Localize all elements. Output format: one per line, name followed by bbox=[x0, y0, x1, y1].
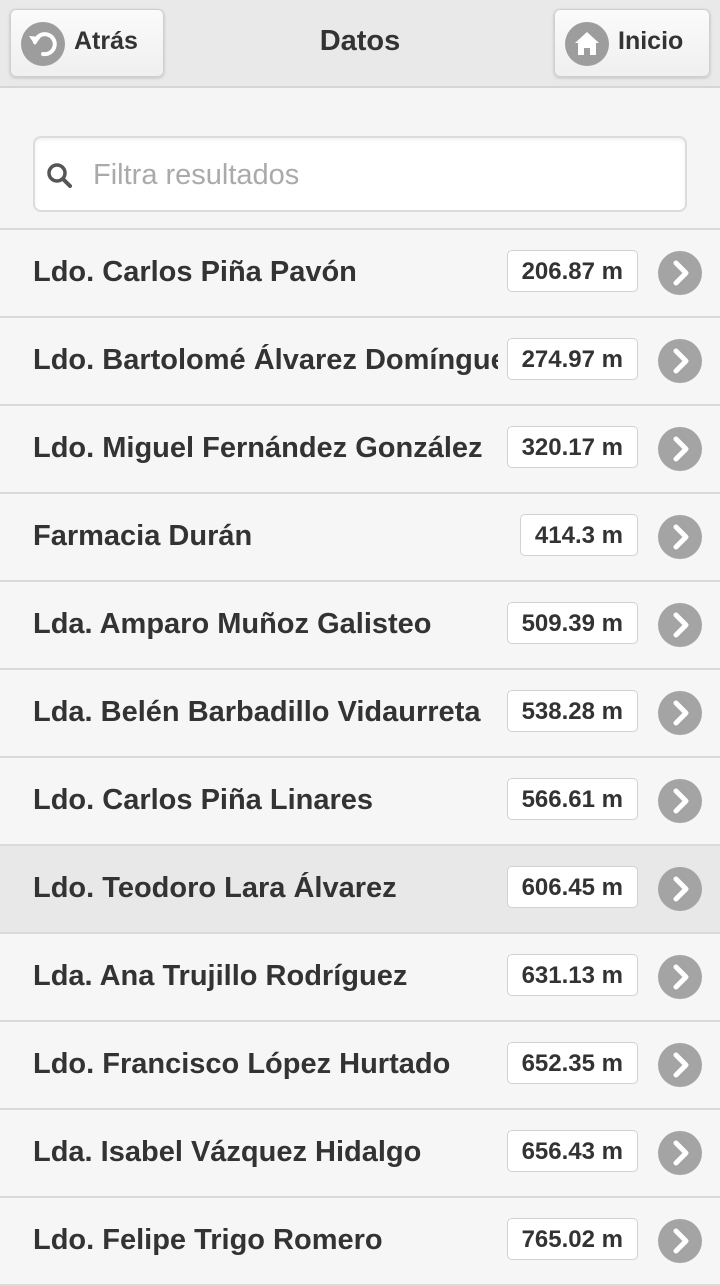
chevron-right-icon[interactable] bbox=[658, 955, 702, 999]
list-item-name: Ldo. Felipe Trigo Romero bbox=[33, 1224, 383, 1256]
distance-badge: 606.45 m bbox=[506, 866, 638, 908]
list-item-name: Lda. Isabel Vázquez Hidalgo bbox=[33, 1136, 422, 1168]
chevron-right-icon[interactable] bbox=[658, 1219, 702, 1263]
distance-badge: 414.3 m bbox=[519, 514, 638, 556]
list-item[interactable]: Ldo. Francisco López Hurtado 652.35 m bbox=[0, 1022, 720, 1110]
list-item[interactable]: Ldo. Felipe Trigo Romero 765.02 m bbox=[0, 1198, 720, 1286]
list-item[interactable]: Lda. Isabel Vázquez Hidalgo 656.43 m bbox=[0, 1110, 720, 1198]
home-button[interactable]: Inicio bbox=[554, 9, 710, 77]
back-arrow-icon bbox=[21, 22, 65, 66]
chevron-right-icon[interactable] bbox=[658, 339, 702, 383]
back-button-label: Atrás bbox=[74, 27, 138, 55]
distance-badge: 765.02 m bbox=[506, 1218, 638, 1260]
distance-badge: 652.35 m bbox=[506, 1042, 638, 1084]
list-item-name: Lda. Belén Barbadillo Vidaurreta bbox=[33, 696, 481, 728]
distance-badge: 320.17 m bbox=[506, 426, 638, 468]
list-item[interactable]: Ldo. Carlos Piña Pavón 206.87 m bbox=[0, 230, 720, 318]
chevron-right-icon[interactable] bbox=[658, 1043, 702, 1087]
search-input[interactable] bbox=[91, 152, 675, 198]
chevron-right-icon[interactable] bbox=[658, 1131, 702, 1175]
header-bar: Atrás Datos Inicio bbox=[0, 0, 720, 88]
distance-badge: 274.97 m bbox=[506, 338, 638, 380]
search-box bbox=[33, 136, 687, 212]
page-title: Datos bbox=[319, 25, 401, 57]
list-item-name: Ldo. Francisco López Hurtado bbox=[33, 1048, 451, 1080]
back-button[interactable]: Atrás bbox=[10, 9, 164, 77]
results-list: Ldo. Carlos Piña Pavón 206.87 m Ldo. Bar… bbox=[0, 228, 720, 1286]
list-item[interactable]: Ldo. Teodoro Lara Álvarez 606.45 m bbox=[0, 846, 720, 934]
chevron-right-icon[interactable] bbox=[658, 867, 702, 911]
list-item[interactable]: Lda. Ana Trujillo Rodríguez 631.13 m bbox=[0, 934, 720, 1022]
chevron-right-icon[interactable] bbox=[658, 779, 702, 823]
distance-badge: 538.28 m bbox=[506, 690, 638, 732]
home-button-label: Inicio bbox=[618, 27, 684, 55]
distance-badge: 509.39 m bbox=[506, 602, 638, 644]
list-item[interactable]: Ldo. Carlos Piña Linares 566.61 m bbox=[0, 758, 720, 846]
list-item-name: Ldo. Miguel Fernández González bbox=[33, 432, 483, 464]
list-item[interactable]: Lda. Amparo Muñoz Galisteo 509.39 m bbox=[0, 582, 720, 670]
distance-badge: 631.13 m bbox=[506, 954, 638, 996]
list-item-name: Lda. Amparo Muñoz Galisteo bbox=[33, 608, 432, 640]
list-item-name: Ldo. Carlos Piña Pavón bbox=[33, 256, 357, 288]
home-icon bbox=[565, 22, 609, 66]
distance-badge: 656.43 m bbox=[506, 1130, 638, 1172]
list-item[interactable]: Lda. Belén Barbadillo Vidaurreta 538.28 … bbox=[0, 670, 720, 758]
list-item-name: Ldo. Teodoro Lara Álvarez bbox=[33, 872, 397, 904]
list-item-name: Lda. Ana Trujillo Rodríguez bbox=[33, 960, 408, 992]
list-item[interactable]: Ldo. Miguel Fernández González 320.17 m bbox=[0, 406, 720, 494]
chevron-right-icon[interactable] bbox=[658, 427, 702, 471]
list-item-name: Ldo. Carlos Piña Linares bbox=[33, 784, 374, 816]
chevron-right-icon[interactable] bbox=[658, 603, 702, 647]
search-icon bbox=[47, 163, 72, 188]
list-item-name: Farmacia Durán bbox=[33, 520, 253, 552]
list-item-name: Ldo. Bartolomé Álvarez Domínguez bbox=[33, 344, 498, 376]
chevron-right-icon[interactable] bbox=[658, 251, 702, 295]
list-item[interactable]: Ldo. Bartolomé Álvarez Domínguez 274.97 … bbox=[0, 318, 720, 406]
chevron-right-icon[interactable] bbox=[658, 515, 702, 559]
distance-badge: 206.87 m bbox=[506, 250, 638, 292]
distance-badge: 566.61 m bbox=[506, 778, 638, 820]
list-item[interactable]: Farmacia Durán 414.3 m bbox=[0, 494, 720, 582]
chevron-right-icon[interactable] bbox=[658, 691, 702, 735]
